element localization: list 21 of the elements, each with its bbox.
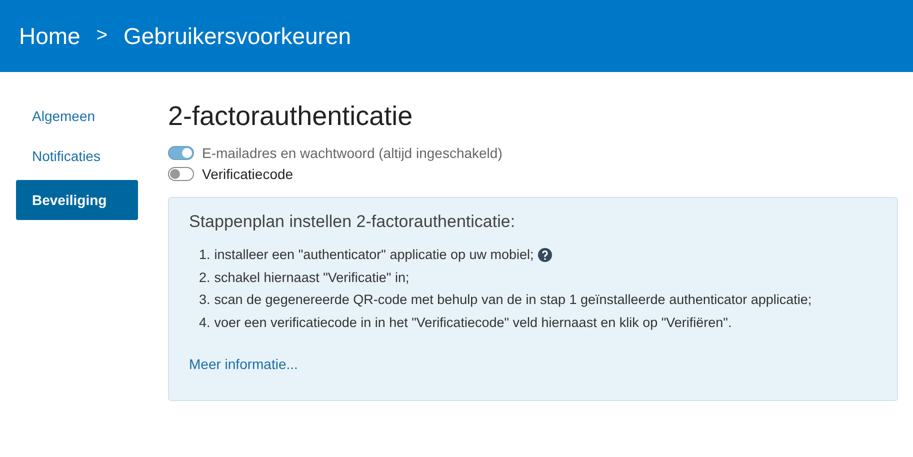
sidebar-item[interactable]: Algemeen: [16, 100, 138, 132]
help-icon[interactable]: [538, 248, 552, 262]
page-title: 2-factorauthenticatie: [168, 100, 414, 132]
panel-heading: Stappenplan instellen 2-factorauthenticatie:: [189, 212, 516, 232]
breadcrumb-separator: >: [95, 25, 108, 47]
breadcrumb-link[interactable]: Home: [19, 22, 80, 50]
step-text: voer een verificatiecode in in het "Verificatiecode" veld hiernaast en klik op "Verifiëren".: [214, 314, 732, 332]
sidebar-item[interactable]: Notificaties: [16, 140, 138, 172]
step-number: 2.: [199, 268, 210, 286]
toggle-label: Verificatiecode: [202, 166, 294, 182]
breadcrumb-link[interactable]: Gebruikersvoorkeuren: [123, 22, 352, 50]
step-number: 3.: [199, 291, 210, 309]
step-number: 1.: [199, 246, 210, 264]
more-info-link[interactable]: Meer informatie...: [189, 356, 298, 372]
step-text: schakel hiernaast "Verificatie" in;: [214, 268, 410, 286]
sidebar-item[interactable]: Beveiliging: [16, 180, 138, 220]
step-text: installeer een "authenticator" applicatie op uw mobiel;: [214, 246, 534, 264]
step-text: scan de gegenereerde QR-code met behulp van de in stap 1 geïnstalleerde authenticator applicatie;: [214, 291, 812, 309]
step-number: 4.: [199, 314, 210, 332]
toggle-switch[interactable]: [168, 166, 194, 180]
toggle-label: E-mailadres en wachtwoord (altijd ingeschakeld): [202, 144, 502, 160]
